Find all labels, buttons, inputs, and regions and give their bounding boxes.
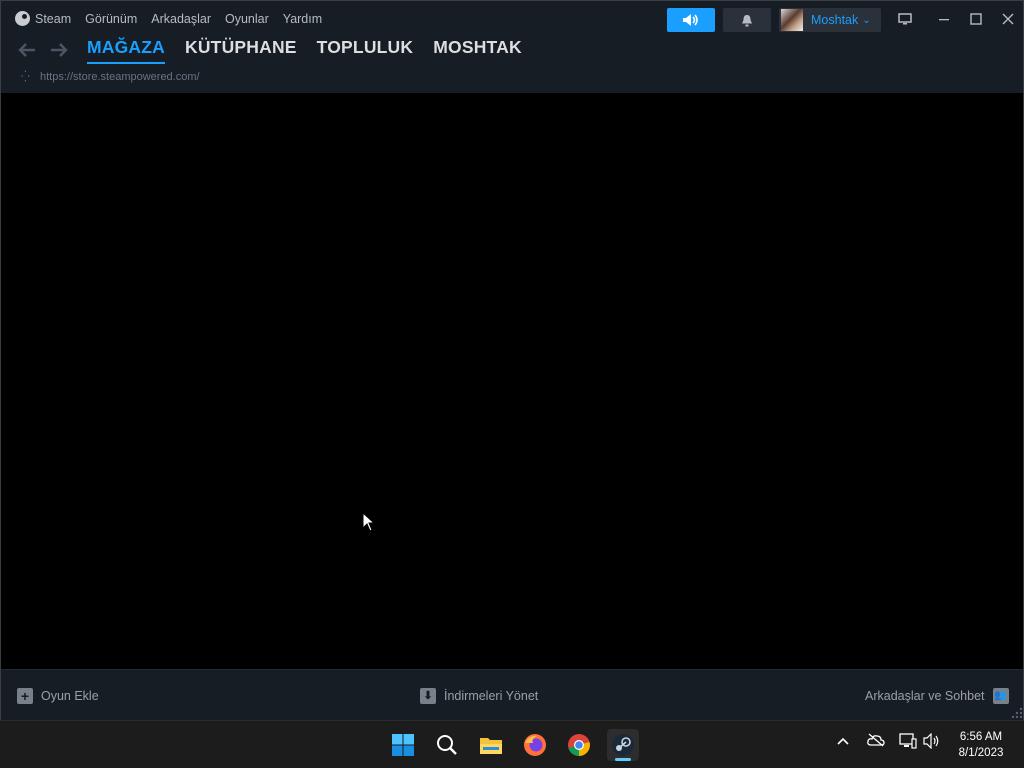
arrow-right-icon bbox=[51, 42, 68, 57]
back-button[interactable] bbox=[15, 40, 39, 62]
steam-icon bbox=[612, 734, 634, 756]
url-bar: ⁛ https://store.steampowered.com/ bbox=[21, 71, 200, 83]
friends-icon: 👥 bbox=[992, 688, 1009, 704]
close-button[interactable] bbox=[996, 8, 1020, 30]
minimize-button[interactable] bbox=[932, 8, 956, 30]
manage-downloads-button[interactable]: ⬇ İndirmeleri Yönet bbox=[420, 688, 538, 704]
speaker-icon bbox=[923, 732, 939, 750]
menu-help[interactable]: Yardım bbox=[283, 12, 322, 26]
network-button[interactable] bbox=[899, 733, 917, 752]
big-picture-button[interactable] bbox=[893, 8, 917, 30]
manage-downloads-label: İndirmeleri Yönet bbox=[444, 689, 539, 703]
bottom-bar: + Oyun Ekle ⬇ İndirmeleri Yönet Arkadaşl… bbox=[1, 669, 1023, 721]
maximize-icon bbox=[970, 13, 982, 25]
monitor-icon bbox=[898, 13, 912, 25]
resize-grip-icon[interactable] bbox=[1009, 705, 1023, 719]
tab-profile[interactable]: MOSHTAK bbox=[433, 37, 522, 64]
clock-date: 8/1/2023 bbox=[958, 747, 1004, 759]
clock-time: 6:56 AM bbox=[959, 731, 1003, 743]
menu-view[interactable]: Görünüm bbox=[85, 12, 137, 26]
announcements-button[interactable] bbox=[667, 8, 715, 32]
system-clock[interactable]: 6:56 AM 8/1/2023 bbox=[948, 729, 1014, 761]
add-game-button[interactable]: + Oyun Ekle bbox=[17, 688, 99, 704]
file-explorer-button[interactable] bbox=[475, 729, 507, 761]
mouse-cursor-icon bbox=[362, 512, 376, 532]
forward-button[interactable] bbox=[47, 40, 71, 62]
onedrive-button[interactable] bbox=[867, 733, 885, 750]
url-text[interactable]: https://store.steampowered.com/ bbox=[40, 71, 200, 83]
chrome-button[interactable] bbox=[563, 729, 595, 761]
friends-chat-label: Arkadaşlar ve Sohbet bbox=[865, 689, 985, 703]
friends-chat-button[interactable]: Arkadaşlar ve Sohbet 👥 bbox=[865, 688, 1009, 704]
firefox-icon bbox=[524, 734, 546, 756]
show-hidden-icons-button[interactable] bbox=[837, 733, 849, 749]
chevron-down-icon: ⌄ bbox=[862, 14, 871, 26]
windows-logo-icon bbox=[392, 734, 414, 756]
start-button[interactable] bbox=[387, 729, 419, 761]
notifications-button[interactable] bbox=[723, 8, 771, 32]
menu-steam-label: Steam bbox=[35, 11, 72, 26]
store-content-area[interactable] bbox=[1, 93, 1023, 669]
megaphone-icon bbox=[683, 14, 698, 26]
windows-taskbar: 6:56 AM 8/1/2023 bbox=[0, 720, 1024, 768]
user-menu[interactable]: Moshtak ⌄ bbox=[779, 8, 881, 32]
tab-library[interactable]: KÜTÜPHANE bbox=[185, 37, 297, 64]
tab-community[interactable]: TOPLULUK bbox=[317, 37, 414, 64]
close-icon bbox=[1002, 13, 1014, 25]
arrow-left-icon bbox=[18, 42, 35, 57]
firefox-button[interactable] bbox=[519, 729, 551, 761]
chrome-icon bbox=[568, 734, 590, 756]
avatar bbox=[781, 9, 803, 31]
bell-icon bbox=[742, 14, 752, 26]
navigation-row: MAĞAZA KÜTÜPHANE TOPLULUK MOSHTAK bbox=[15, 37, 522, 64]
maximize-button[interactable] bbox=[964, 8, 988, 30]
add-game-label: Oyun Ekle bbox=[41, 689, 99, 703]
steam-taskbar-button[interactable] bbox=[607, 729, 639, 761]
plus-icon: + bbox=[17, 688, 33, 704]
network-icon bbox=[899, 733, 917, 749]
search-icon bbox=[437, 735, 457, 755]
tab-store[interactable]: MAĞAZA bbox=[87, 37, 165, 64]
steam-window: Steam Görünüm Arkadaşlar Oyunlar Yardım … bbox=[0, 0, 1024, 721]
menu-bar: Steam Görünüm Arkadaşlar Oyunlar Yardım bbox=[15, 11, 322, 26]
active-app-indicator bbox=[615, 758, 631, 761]
download-icon: ⬇ bbox=[420, 688, 436, 704]
username: Moshtak bbox=[811, 13, 859, 27]
folder-icon bbox=[480, 738, 502, 754]
minimize-icon bbox=[939, 19, 949, 21]
cloud-offline-icon bbox=[867, 733, 885, 747]
chevron-up-icon bbox=[837, 737, 849, 745]
title-bar: Steam Görünüm Arkadaşlar Oyunlar Yardım … bbox=[1, 1, 1023, 93]
volume-button[interactable] bbox=[923, 732, 941, 752]
loading-spinner-icon: ⁛ bbox=[21, 70, 30, 83]
steam-logo-icon bbox=[15, 11, 30, 26]
menu-steam[interactable]: Steam bbox=[15, 11, 71, 26]
menu-friends[interactable]: Arkadaşlar bbox=[151, 12, 211, 26]
menu-games[interactable]: Oyunlar bbox=[225, 12, 269, 26]
main-tabs: MAĞAZA KÜTÜPHANE TOPLULUK MOSHTAK bbox=[87, 37, 522, 64]
search-button[interactable] bbox=[431, 729, 463, 761]
